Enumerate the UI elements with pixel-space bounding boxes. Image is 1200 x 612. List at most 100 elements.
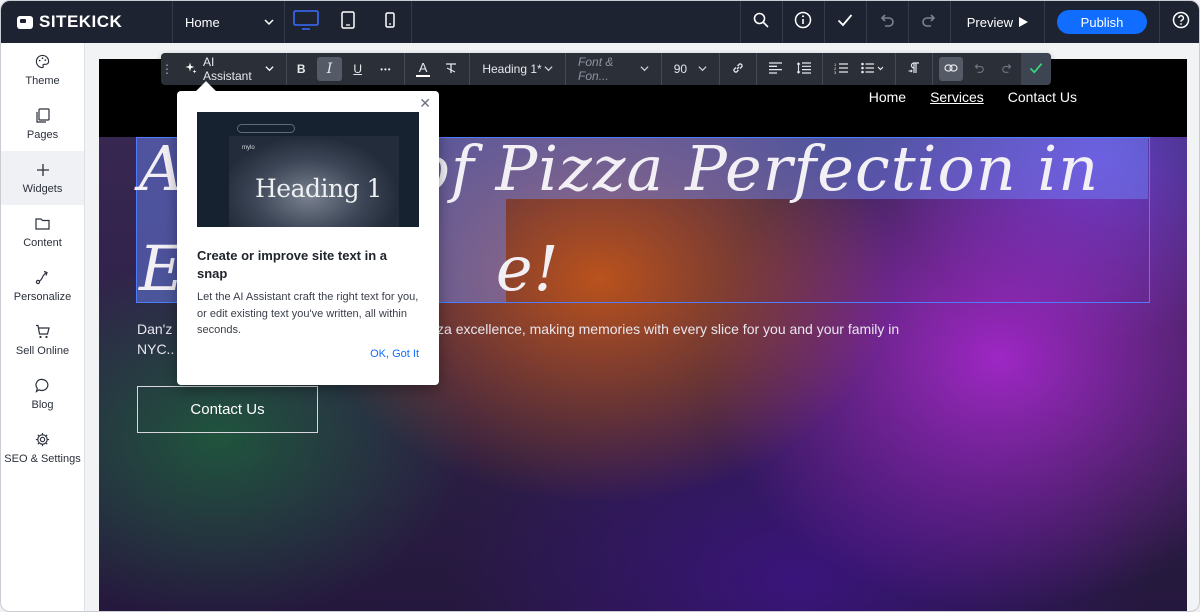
close-icon[interactable]: ✕ [419,95,431,112]
toolbar-redo-button[interactable] [995,57,1019,81]
more-label: ••• [380,64,392,74]
chevron-down-icon [698,62,707,76]
ai-assistant-button[interactable]: AI Assistant [173,53,288,85]
redo-icon [921,13,937,32]
check-icon [1029,61,1043,78]
toolbar-undo-button[interactable] [967,57,991,81]
redo-button[interactable] [907,1,950,43]
link-button[interactable] [726,57,750,81]
svg-text:3: 3 [834,70,837,74]
tooltip-illustration: mylo Heading 1 [197,112,419,227]
toolbar-divider [894,53,896,85]
clear-format-icon [445,62,457,77]
info-icon [794,11,812,34]
site-nav-contact[interactable]: Contact Us [1008,89,1077,105]
mobile-icon [385,11,395,33]
sidebar-item-widgets[interactable]: Widgets [1,151,84,205]
site-nav-home[interactable]: Home [869,89,906,105]
gear-icon [35,432,51,448]
sidebar-item-label: SEO & Settings [4,452,81,465]
toolbar-divider [469,53,471,85]
mobile-view-button[interactable] [369,1,411,43]
italic-button[interactable]: I [317,57,342,81]
numbered-list-button[interactable]: 123 [829,57,853,81]
info-button[interactable] [781,1,824,43]
clear-formatting-button[interactable] [439,57,463,81]
illustration-heading: Heading 1 [255,174,382,203]
hero-contact-button[interactable]: Contact Us [137,386,318,433]
preview-button[interactable]: Preview [949,1,1044,43]
sidebar-item-sell-online[interactable]: Sell Online [1,313,84,367]
preview-label: Preview [966,14,1013,30]
sidebar-item-personalize[interactable]: Personalize [1,259,84,313]
tablet-view-button[interactable] [327,1,369,43]
underline-button[interactable]: U [346,57,370,81]
undo-icon [879,13,895,32]
paragraph-direction-button[interactable] [902,57,926,81]
sidebar-item-label: Theme [25,74,60,87]
left-sidebar: Theme Pages Widgets Content Personalize [1,43,85,611]
sidebar-item-label: Blog [31,398,54,411]
font-size-value: 90 [673,62,688,76]
link-style-button[interactable] [938,57,963,81]
chevron-down-icon [264,15,274,30]
check-button[interactable] [823,1,866,43]
folder-icon [35,216,51,232]
plus-icon [35,162,51,178]
sidebar-item-label: Content [23,236,62,249]
font-select[interactable]: Font & Fon... [570,53,657,85]
text-style-value: Heading 1* [482,62,542,76]
align-left-button[interactable] [763,57,787,81]
ai-assistant-tooltip: ✕ mylo Heading 1 Create or improve site … [177,91,439,385]
page-select-value: Home [185,14,220,30]
site-nav-services[interactable]: Services [930,89,984,105]
text-format-toolbar: ⋮ AI Assistant B I U ••• A Heading 1* Fo… [161,53,1052,85]
apply-button[interactable] [1021,53,1052,85]
help-button[interactable] [1159,1,1199,43]
play-icon [1019,15,1028,30]
italic-label: I [326,61,333,77]
bullet-list-icon [860,62,885,77]
bullet-list-button[interactable] [857,57,889,81]
line-spacing-button[interactable] [792,57,816,81]
text-color-button[interactable]: A [411,57,435,81]
chain-icon [944,62,958,76]
bold-label: B [296,62,306,76]
sidebar-item-seo-settings[interactable]: SEO & Settings [1,421,84,475]
text-style-select[interactable]: Heading 1* [474,53,561,85]
paragraph-icon [908,61,920,77]
desktop-view-button[interactable] [285,1,327,43]
sidebar-item-pages[interactable]: Pages [1,97,84,151]
brand-logo[interactable]: SITEKICK [1,1,173,43]
search-icon [753,12,769,33]
page-select[interactable]: Home [173,1,285,43]
sidebar-item-blog[interactable]: Blog [1,367,84,421]
tooltip-ok-button[interactable]: OK, Got It [370,348,419,360]
bold-button[interactable]: B [289,57,313,81]
help-icon [1172,11,1190,34]
font-select-placeholder: Font & Fon... [578,55,614,83]
undo-button[interactable] [865,1,908,43]
font-size-select[interactable]: 90 [666,53,716,85]
tablet-icon [341,10,355,34]
sidebar-item-theme[interactable]: Theme [1,43,84,97]
align-left-icon [768,61,782,77]
toolbar-divider [565,53,567,85]
brand-name: SITEKICK [39,12,123,31]
publish-button[interactable]: Publish [1057,10,1147,34]
line-spacing-icon [796,61,811,77]
body-text-line-2: NYC.. [137,341,175,357]
sidebar-item-content[interactable]: Content [1,205,84,259]
sparkle-icon [185,62,197,77]
illustration-search-pill [237,124,295,133]
toolbar-divider [821,53,823,85]
chat-icon [35,378,51,394]
toolbar-divider [931,53,933,85]
pages-icon [35,108,51,124]
toolbar-divider [719,53,721,85]
drag-handle-icon[interactable]: ⋮ [161,62,173,76]
check-icon [837,13,853,32]
more-options-button[interactable]: ••• [374,57,398,81]
redo-icon [1001,62,1013,76]
search-button[interactable] [739,1,782,43]
